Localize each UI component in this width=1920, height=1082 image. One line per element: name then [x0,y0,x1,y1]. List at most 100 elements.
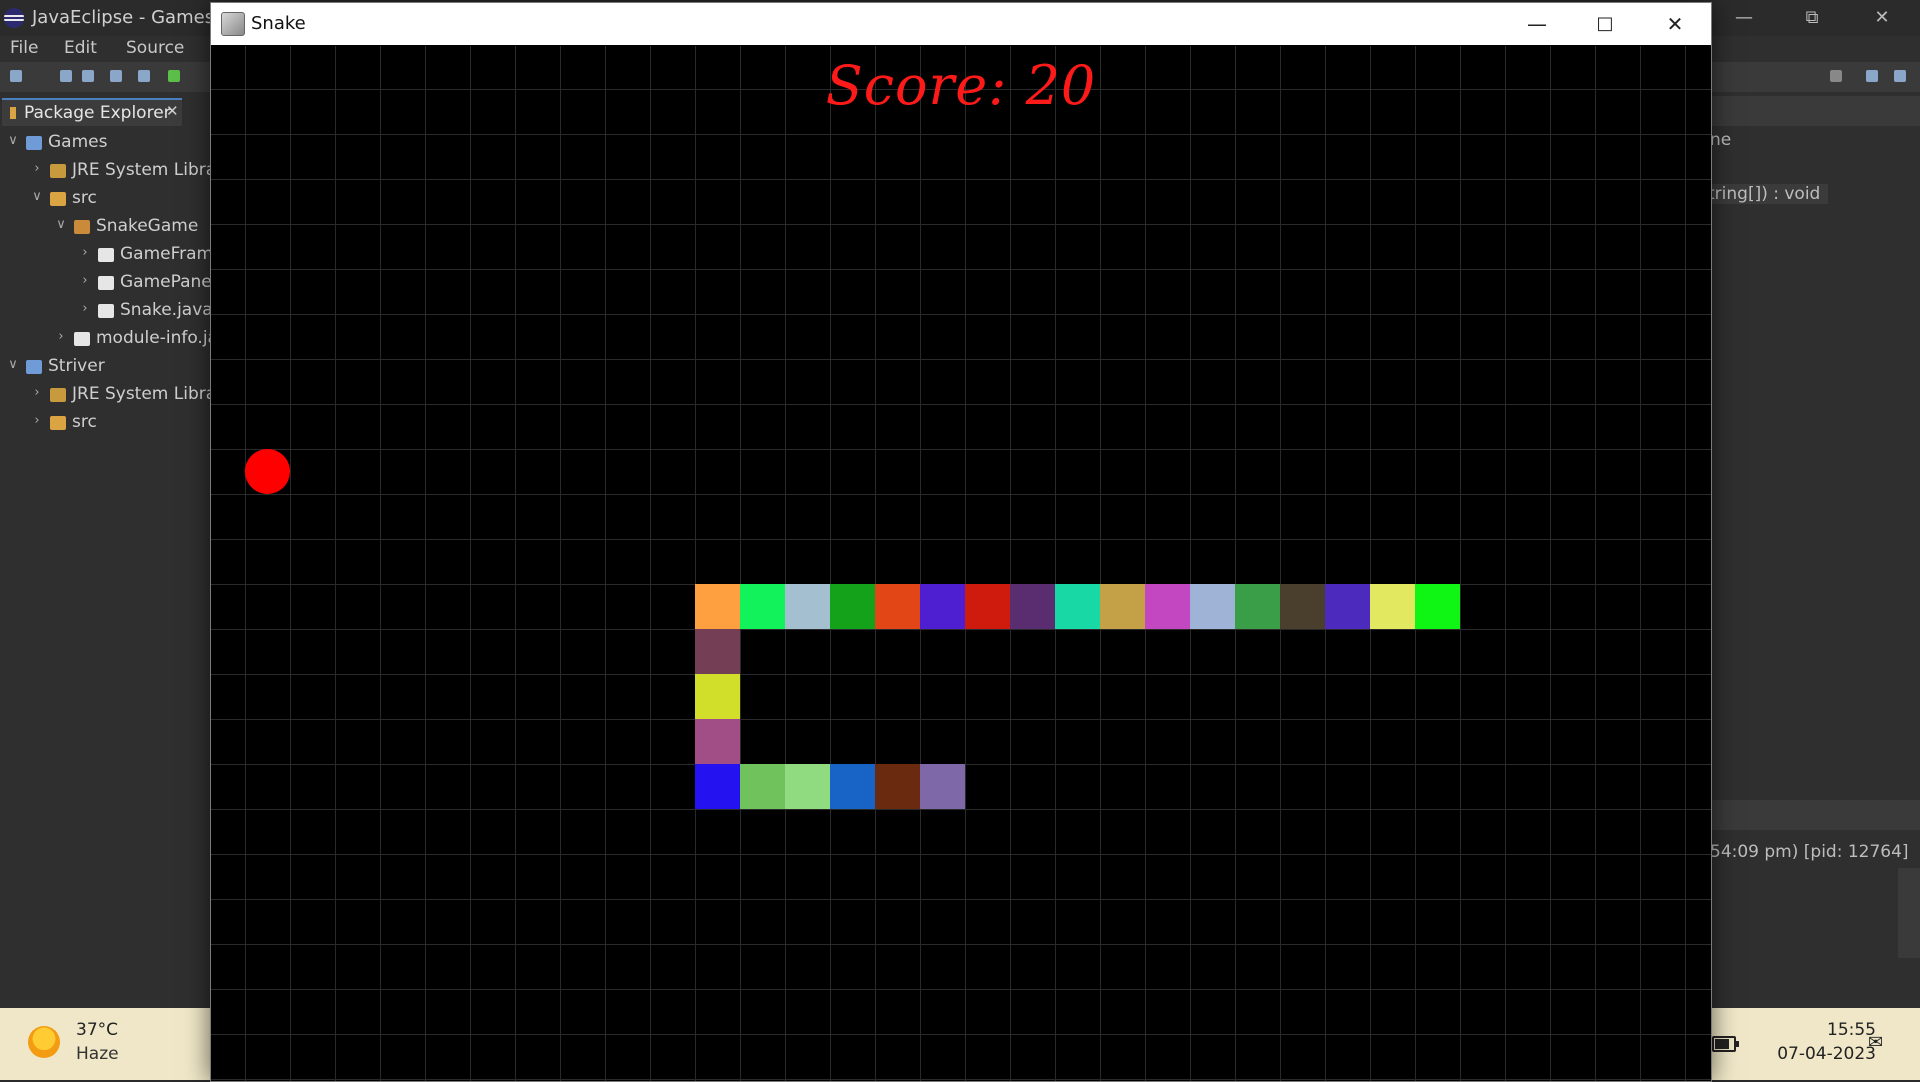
snake-segment [1235,584,1280,629]
java-file-icon [74,332,90,346]
chevron-right-icon[interactable]: › [30,385,44,400]
library-icon [50,388,66,402]
debug-icon[interactable] [138,70,150,82]
tree-item[interactable]: ∨ Striver [0,356,210,380]
menu-source[interactable]: Source [126,38,184,58]
tree-item[interactable]: ∨ Games [0,132,210,156]
snake-head [695,584,740,629]
package-icon [74,220,90,234]
menu-file[interactable]: File [10,38,38,58]
notification-icon[interactable]: ✉ [1868,1032,1884,1053]
clock-time[interactable]: 15:55 [1770,1020,1876,1040]
java-file-icon [98,248,114,262]
snake-segment [1055,584,1100,629]
package-explorer: Package Explorer ✕ ∨ Games › JRE System Lib… [0,96,223,982]
save-icon[interactable] [60,70,72,82]
snake-segment [920,764,965,809]
terminal-icon[interactable] [110,70,122,82]
console-scrollbar[interactable] [1898,868,1920,958]
minimize-icon[interactable]: — [1724,4,1764,32]
library-icon [50,164,66,178]
snake-segment [1415,584,1460,629]
snake-segment [1370,584,1415,629]
sun-icon[interactable] [28,1026,60,1058]
chevron-right-icon[interactable]: › [54,329,68,344]
tree-item[interactable]: › GameFram [0,244,213,268]
close-button[interactable]: ✕ [1641,3,1709,45]
java-perspective-icon[interactable] [1894,70,1906,82]
tree-item-label: JRE System Librar [72,160,224,180]
chevron-down-icon[interactable]: ∨ [6,357,20,372]
menu-edit[interactable]: Edit [64,38,97,58]
eclipse-title: JavaEclipse - Games/s [32,7,230,28]
snake-segment [740,584,785,629]
project-icon [26,360,42,374]
snake-window: Snake — □ ✕ Score: 20 [210,2,1712,1082]
snake-segment [830,584,875,629]
tree-item-label: JRE System Librar [72,384,224,404]
tree-item-label: module-info.ja [96,328,218,348]
run-icon[interactable] [168,70,180,82]
chevron-down-icon[interactable]: ∨ [30,189,44,204]
chevron-right-icon[interactable]: › [78,245,92,260]
java-file-icon [98,304,114,318]
snake-segment [875,764,920,809]
chevron-right-icon[interactable]: › [30,413,44,428]
tree-item-label: src [72,188,97,208]
outline-toolbar [1708,96,1920,126]
chevron-right-icon[interactable]: › [30,161,44,176]
snake-segment [1325,584,1370,629]
tree-item[interactable]: ∨ src [0,188,210,212]
package-explorer-label: Package Explorer [24,103,171,123]
snake-segment [785,584,830,629]
search-icon[interactable] [1830,70,1842,82]
weather-description[interactable]: Haze [76,1044,119,1064]
snake-titlebar[interactable]: Snake — □ ✕ [211,3,1711,45]
source-folder-icon [50,416,66,430]
tree-item[interactable]: › JRE System Librar [0,160,223,184]
tree-item-label: GamePanel [120,272,217,292]
clock-date[interactable]: 07-04-2023 [1740,1044,1876,1064]
perspective-icon[interactable] [1866,70,1878,82]
maximize-button[interactable]: □ [1571,3,1639,45]
chevron-down-icon[interactable]: ∨ [6,133,20,148]
close-tab-icon[interactable]: ✕ [166,102,179,120]
game-board[interactable]: Score: 20 [211,46,1711,1081]
console-toolbar [1708,800,1920,830]
outline-text: ne [1710,130,1732,150]
weather-temperature[interactable]: 37°C [76,1020,118,1040]
tree-item[interactable]: › GamePanel [0,272,216,296]
tree-item[interactable]: › JRE System Librar [0,384,223,408]
tree-item[interactable]: › Snake.java [0,300,213,324]
tree-item-label: src [72,412,97,432]
new-icon[interactable] [10,70,22,82]
snake-segment [695,629,740,674]
tree-item-label: Striver [48,356,105,376]
outline-method[interactable]: tring[]) : void [1708,184,1829,204]
minimize-button[interactable]: — [1503,3,1571,45]
eclipse-logo-icon [4,8,24,28]
tree-item[interactable]: › module-info.ja [0,328,218,352]
package-explorer-tab[interactable]: Package Explorer ✕ [2,98,182,126]
snake-segment [1190,584,1235,629]
snake-segment [740,764,785,809]
tree-item[interactable]: ∨ SnakeGame [0,216,210,240]
tree-item-label: Snake.java [120,300,213,320]
snake-segment [875,584,920,629]
chevron-down-icon[interactable]: ∨ [54,217,68,232]
snake-segment [785,764,830,809]
restore-icon[interactable]: ⧉ [1792,4,1832,32]
snake-segment [920,584,965,629]
close-icon[interactable]: ✕ [1862,4,1902,32]
battery-icon[interactable] [1712,1036,1739,1052]
tree-item[interactable]: › src [0,412,210,436]
chevron-right-icon[interactable]: › [78,273,92,288]
snake-segment [965,584,1010,629]
snake-segment [695,719,740,764]
save-all-icon[interactable] [82,70,94,82]
score-label: Score: 20 [825,54,1097,117]
package-explorer-icon [10,107,16,119]
chevron-right-icon[interactable]: › [78,301,92,316]
snake-segment [1280,584,1325,629]
snake-segment [695,764,740,809]
